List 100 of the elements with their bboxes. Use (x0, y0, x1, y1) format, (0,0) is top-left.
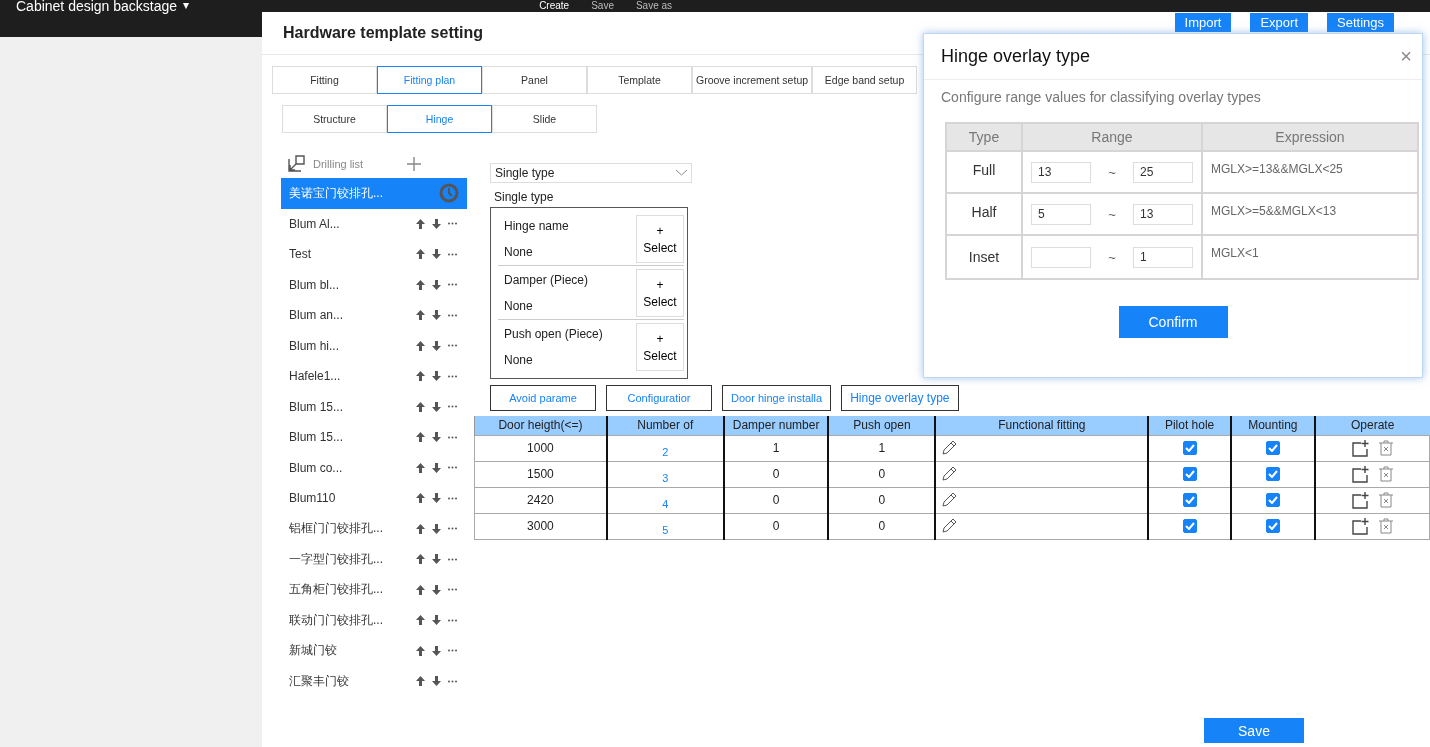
pencil-icon[interactable] (942, 490, 959, 507)
down-arrow-icon[interactable] (432, 493, 441, 504)
up-arrow-icon[interactable] (416, 645, 425, 656)
list-item[interactable]: Blum Al... (281, 208, 467, 239)
up-arrow-icon[interactable] (416, 584, 425, 595)
tab[interactable]: Groove increment setup (692, 66, 813, 94)
more-icon[interactable] (448, 283, 457, 287)
up-arrow-icon[interactable] (416, 218, 425, 229)
more-icon[interactable] (448, 435, 457, 439)
select-button[interactable]: + Select (636, 323, 684, 371)
checkbox[interactable] (1265, 519, 1280, 534)
action-button[interactable]: Hinge overlay type (841, 385, 959, 411)
up-arrow-icon[interactable] (416, 462, 425, 473)
sub-tab[interactable]: Structure (282, 105, 387, 133)
checkbox[interactable] (1265, 493, 1280, 508)
more-icon[interactable] (448, 496, 457, 500)
down-arrow-icon[interactable] (432, 218, 441, 229)
more-icon[interactable] (448, 527, 457, 531)
up-arrow-icon[interactable] (416, 401, 425, 412)
add-row-icon[interactable] (1351, 517, 1369, 535)
trash-icon[interactable] (1378, 439, 1393, 456)
count-link[interactable]: 5 (662, 524, 669, 536)
select-button[interactable]: + Select (636, 269, 684, 317)
list-item[interactable]: Blum 15... (281, 391, 467, 422)
header-button[interactable]: Settings (1327, 13, 1394, 32)
min-field[interactable]: 5 (1031, 203, 1091, 225)
min-field[interactable]: 13 (1031, 161, 1091, 183)
checkbox[interactable] (1182, 519, 1197, 534)
list-item[interactable]: 五角柜门铰排孔... (281, 574, 467, 605)
checkbox[interactable] (1265, 467, 1280, 482)
more-icon[interactable] (448, 313, 457, 317)
type-select[interactable]: Single type (490, 163, 692, 183)
tab[interactable]: Edge band setup (812, 66, 918, 94)
list-item[interactable]: 铝框门门铰排孔... (281, 513, 467, 544)
max-field[interactable]: 13 (1133, 203, 1193, 225)
down-arrow-icon[interactable] (432, 523, 441, 534)
up-arrow-icon[interactable] (416, 249, 425, 260)
action-button[interactable]: Door hinge installa (722, 385, 832, 411)
list-item[interactable]: Hafele1... (281, 361, 467, 392)
count-link[interactable]: 3 (662, 472, 669, 484)
tab[interactable]: Fitting plan (377, 66, 482, 94)
down-arrow-icon[interactable] (432, 462, 441, 473)
sub-tab[interactable]: Hinge (387, 105, 492, 133)
up-arrow-icon[interactable] (416, 310, 425, 321)
down-arrow-icon[interactable] (432, 554, 441, 565)
add-row-icon[interactable] (1351, 491, 1369, 509)
app-title[interactable]: Cabinet design backstage (16, 1, 178, 12)
more-icon[interactable] (448, 252, 457, 256)
list-item[interactable]: Blum co... (281, 452, 467, 483)
down-arrow-icon[interactable] (432, 584, 441, 595)
more-icon[interactable] (448, 557, 457, 561)
close-button[interactable]: × (1400, 45, 1412, 68)
list-item[interactable]: 美诺宝门铰排孔... (281, 178, 467, 209)
more-icon[interactable] (448, 466, 457, 470)
up-arrow-icon[interactable] (416, 523, 425, 534)
list-item[interactable]: 联动门门铰排孔... (281, 605, 467, 636)
up-arrow-icon[interactable] (416, 371, 425, 382)
down-arrow-icon[interactable] (432, 249, 441, 260)
list-item[interactable]: Blum 15... (281, 422, 467, 453)
down-arrow-icon[interactable] (432, 676, 441, 687)
tab[interactable]: Fitting (272, 66, 377, 94)
sub-tab[interactable]: Slide (492, 105, 597, 133)
up-arrow-icon[interactable] (416, 554, 425, 565)
more-icon[interactable] (448, 222, 457, 226)
max-field[interactable]: 1 (1133, 246, 1193, 268)
list-item[interactable]: 一字型门铰排孔... (281, 544, 467, 575)
action-button[interactable]: Configuratior (606, 385, 712, 411)
checkbox[interactable] (1182, 467, 1197, 482)
down-arrow-icon[interactable] (432, 401, 441, 412)
list-item[interactable]: Blum110 (281, 483, 467, 514)
more-icon[interactable] (448, 405, 457, 409)
down-arrow-icon[interactable] (432, 615, 441, 626)
trash-icon[interactable] (1378, 465, 1393, 482)
list-item[interactable]: 汇聚丰门铰 (281, 666, 467, 697)
up-arrow-icon[interactable] (416, 493, 425, 504)
add-row-icon[interactable] (1351, 465, 1369, 483)
checkbox[interactable] (1182, 441, 1197, 456)
toolbar-item[interactable]: Save as (635, 0, 673, 11)
list-item[interactable]: 新城门铰 (281, 635, 467, 666)
trash-icon[interactable] (1378, 517, 1393, 534)
up-arrow-icon[interactable] (416, 432, 425, 443)
tab[interactable]: Panel (482, 66, 587, 94)
pencil-icon[interactable] (942, 464, 959, 481)
header-button[interactable]: Import (1174, 13, 1232, 32)
up-arrow-icon[interactable] (416, 340, 425, 351)
more-icon[interactable] (448, 679, 457, 683)
more-icon[interactable] (448, 374, 457, 378)
caret-icon[interactable]: ▾ (183, 0, 190, 11)
down-arrow-icon[interactable] (432, 279, 441, 290)
down-arrow-icon[interactable] (432, 340, 441, 351)
list-item[interactable]: Blum an... (281, 300, 467, 331)
tab[interactable]: Template (587, 66, 692, 94)
select-button[interactable]: + Select (636, 215, 684, 263)
export-icon[interactable] (288, 155, 305, 172)
more-icon[interactable] (448, 649, 457, 653)
header-button[interactable]: Export (1250, 13, 1308, 32)
up-arrow-icon[interactable] (416, 676, 425, 687)
trash-icon[interactable] (1378, 491, 1393, 508)
count-link[interactable]: 4 (662, 498, 669, 510)
list-item[interactable]: Test (281, 239, 467, 270)
